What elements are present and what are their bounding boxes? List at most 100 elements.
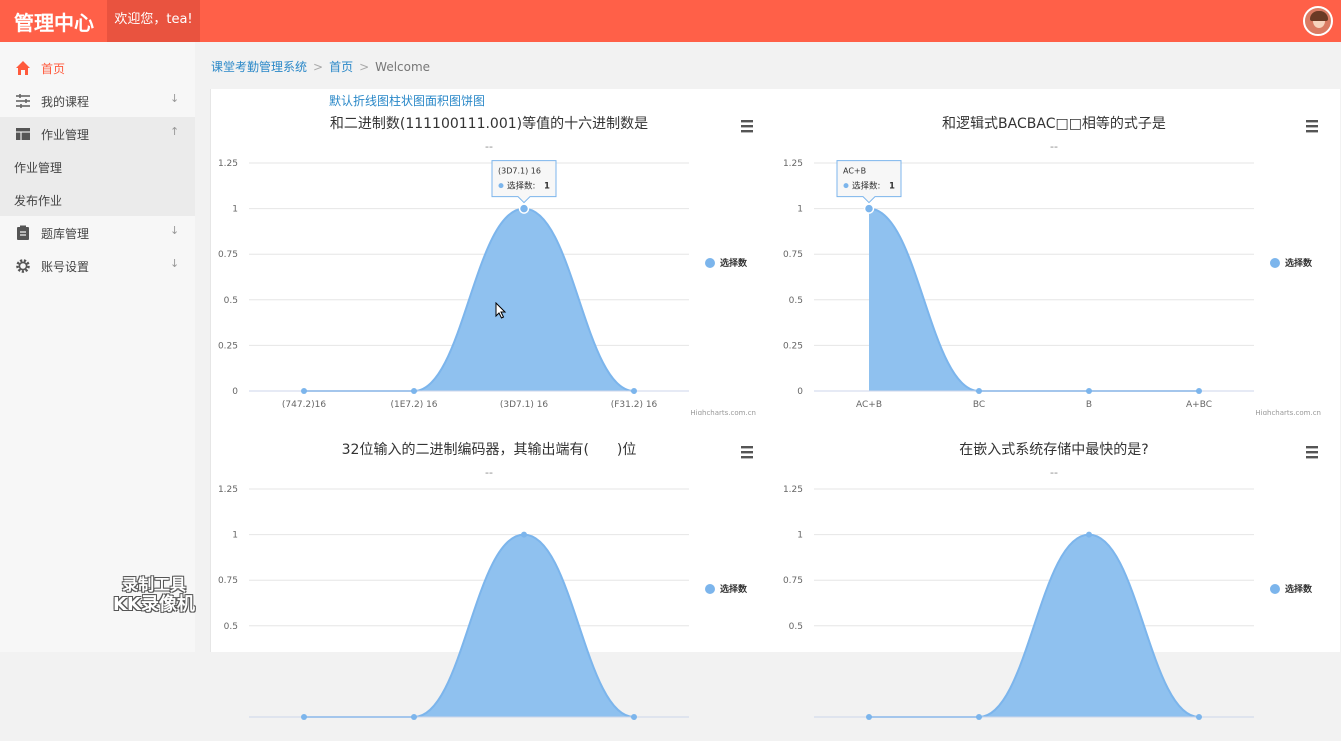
y-tick-label: 1.25 [218, 159, 238, 169]
top-bar: 管理中心 欢迎您，tea! [0, 0, 1341, 42]
legend-label: 选择数 [1285, 257, 1313, 269]
tooltip-header: (3D7.1) 16 [498, 167, 541, 176]
y-tick-label: 0.25 [218, 341, 238, 351]
chart-menu-icon[interactable] [1306, 446, 1318, 459]
chart-legend[interactable]: 选择数 [1270, 257, 1313, 269]
x-tick-label: (747.2)16 [282, 400, 327, 410]
legend-marker [1270, 258, 1280, 268]
legend-label: 选择数 [720, 583, 748, 595]
data-point [1196, 714, 1202, 720]
data-point [518, 203, 530, 214]
chart-panel: 和逻辑式BACBAC□□相等的式子是 -- 1.25 1 0.75 0.5 0.25 0 AC+… [776, 89, 1341, 415]
sidebar-item-homework[interactable]: 作业管理 ↑ [0, 117, 195, 150]
sidebar-item-question-bank[interactable]: 题库管理 ↓ [0, 216, 195, 249]
sliders-icon [16, 94, 30, 108]
menu-bar [1306, 120, 1318, 123]
menu-bar [1306, 125, 1318, 128]
chart-legend[interactable]: 选择数 [1270, 583, 1313, 595]
chart-subtitle: -- [485, 466, 493, 479]
menu-bar [741, 130, 753, 133]
chart-panel: 在嵌入式系统存储中最快的是? -- 1.25 1 0.75 0.5 选择数 [776, 415, 1341, 741]
breadcrumb-home[interactable]: 首页 [329, 60, 353, 74]
y-tick-label: 0.75 [218, 250, 238, 260]
sidebar-item-label: 账号设置 [41, 260, 90, 274]
chart-tooltip: (3D7.1) 16 选择数: 1 [491, 160, 557, 204]
sidebar: 首页 我的课程 ↓ 作业管理 ↑ 作业管理 发布作业 题库管理 ↓ 账号设置 ↓ [0, 42, 195, 652]
chart-title: 32位输入的二进制编码器，其输出端有( )位 [342, 442, 637, 458]
chart-panel: 和二进制数(111100111.001)等值的十六进制数是 -- 1.25 1 0.75… [211, 89, 776, 415]
y-tick-label: 0.75 [783, 250, 803, 260]
y-tick-label: 1.25 [783, 485, 803, 495]
tooltip-value: 1 [544, 182, 550, 192]
chart-subtitle: -- [485, 140, 493, 153]
x-tick-label: BC [973, 400, 985, 410]
x-tick-label: A+BC [1186, 400, 1212, 410]
y-tick-label: 0.5 [789, 622, 803, 632]
sidebar-item-label: 作业管理 [41, 128, 90, 142]
data-point [631, 388, 637, 394]
chart-menu-icon[interactable] [741, 120, 753, 133]
data-point [301, 714, 307, 720]
home-icon [16, 61, 30, 75]
menu-bar [741, 451, 753, 454]
sidebar-item-account[interactable]: 账号设置 ↓ [0, 249, 195, 282]
chart-legend[interactable]: 选择数 [705, 583, 748, 595]
submenu-item-homework-manage[interactable]: 作业管理 [14, 159, 62, 176]
chart-menu-icon[interactable] [1306, 120, 1318, 133]
y-tick-label: 1 [797, 205, 803, 215]
x-tick-label: (F31.2) 16 [611, 400, 658, 410]
data-point [301, 388, 307, 394]
chart-panel: 32位输入的二进制编码器，其输出端有( )位 -- 1.25 1 0.75 0.5 选择数 [211, 415, 776, 741]
y-tick-label: 1 [232, 205, 238, 215]
legend-marker [705, 258, 715, 268]
menu-bar [1306, 451, 1318, 454]
menu-bar [741, 456, 753, 459]
breadcrumb-system[interactable]: 课堂考勤管理系统 [211, 60, 307, 74]
arrow-down-icon: ↓ [170, 257, 180, 270]
app-title: 管理中心 [14, 11, 94, 35]
chart-legend[interactable]: 选择数 [705, 257, 748, 269]
y-tick-label: 1.25 [218, 485, 238, 495]
menu-bar [741, 125, 753, 128]
table-icon [16, 128, 30, 140]
data-point [1086, 388, 1092, 394]
welcome-user[interactable]: 欢迎您，tea! [107, 0, 200, 42]
sidebar-item-courses[interactable]: 我的课程 ↓ [0, 84, 195, 117]
submenu-item-publish-homework[interactable]: 发布作业 [14, 192, 62, 209]
x-tick-label: B [1086, 400, 1092, 410]
data-point [521, 531, 527, 538]
main-panel: 默认折线图柱状图面积图饼图 和二进制数(111100111.001)等值的十六进… [210, 89, 1341, 720]
y-tick-label: 0 [232, 387, 238, 397]
y-tick-label: 0.75 [783, 576, 803, 586]
x-tick-label: AC+B [856, 400, 882, 410]
chart-menu-icon[interactable] [741, 446, 753, 459]
chart-title: 在嵌入式系统存储中最快的是? [959, 442, 1148, 458]
mouse-cursor-icon [495, 302, 507, 319]
sidebar-item-label: 题库管理 [41, 227, 90, 241]
area-chart: 和逻辑式BACBAC□□相等的式子是 -- 1.25 1 0.75 0.5 0.25 0 AC+… [783, 115, 1321, 415]
area-chart: 和二进制数(111100111.001)等值的十六进制数是 -- 1.25 1 0.75… [218, 115, 756, 415]
y-tick-label: 1.25 [783, 159, 803, 169]
tooltip-value: 1 [889, 182, 895, 192]
avatar[interactable] [1303, 6, 1333, 36]
tooltip-header: AC+B [843, 167, 866, 176]
data-point [631, 714, 637, 720]
chart-tooltip: AC+B 选择数: 1 [836, 160, 902, 204]
y-tick-label: 0.5 [224, 622, 238, 632]
y-tick-label: 1 [797, 531, 803, 541]
data-point [411, 714, 417, 720]
arrow-down-icon: ↓ [170, 224, 180, 237]
breadcrumb-current: Welcome [375, 60, 431, 74]
legend-marker [1270, 584, 1280, 594]
tooltip-label: 选择数: [852, 181, 880, 192]
tooltip-label: 选择数: [507, 181, 535, 192]
legend-label: 选择数 [1285, 583, 1313, 595]
data-point [976, 388, 982, 394]
arrow-down-icon: ↓ [170, 92, 180, 105]
area-chart: 在嵌入式系统存储中最快的是? -- 1.25 1 0.75 0.5 选择数 [783, 442, 1318, 720]
sidebar-item-home[interactable]: 首页 [0, 51, 195, 84]
area-chart: 32位输入的二进制编码器，其输出端有( )位 -- 1.25 1 0.75 0.5 选择数 [218, 442, 753, 720]
breadcrumb-separator: > [313, 60, 324, 74]
recorder-watermark: 录制工具 KK录像机 [113, 575, 195, 615]
watermark-line1: 录制工具 [121, 575, 186, 594]
